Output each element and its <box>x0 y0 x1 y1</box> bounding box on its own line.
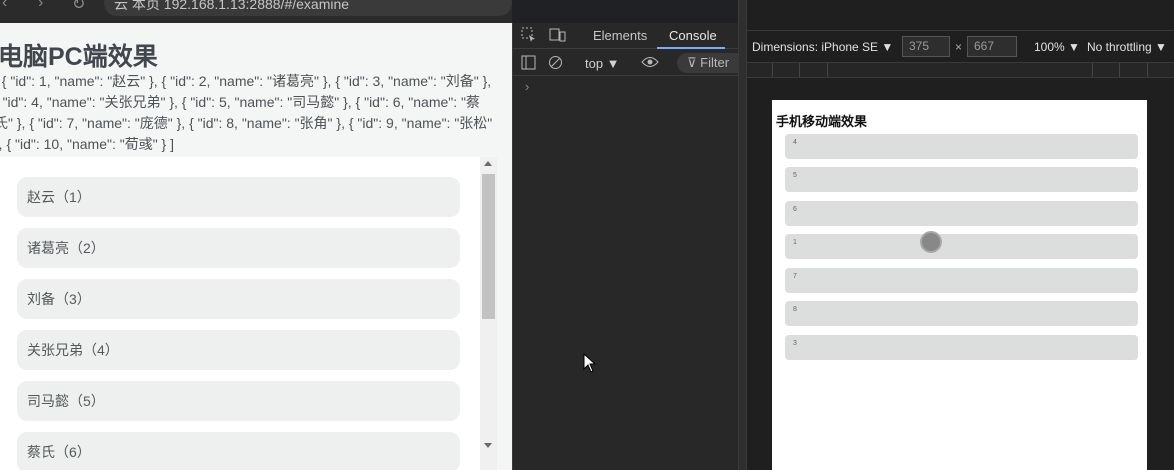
ruler-tick <box>1119 63 1120 77</box>
throttling-select[interactable]: No throttling ▼ <box>1087 40 1167 54</box>
list-item[interactable]: 蔡氏（6） <box>17 432 460 470</box>
address-bar[interactable]: 云 本页 192.168.1.13:2888/#/examine <box>104 0 512 16</box>
scroll-up-arrow-icon[interactable] <box>484 161 492 166</box>
clear-console-icon[interactable] <box>548 55 563 73</box>
dimensions-select[interactable]: Dimensions: iPhone SE ▼ <box>752 40 893 54</box>
list-item[interactable]: 赵云（1） <box>17 177 460 217</box>
list-item[interactable]: 3 <box>785 335 1138 360</box>
ruler-tick <box>1092 63 1093 77</box>
inspect-element-icon[interactable] <box>521 27 537 46</box>
scroll-down-arrow-icon[interactable] <box>484 443 492 448</box>
device-emulation-area: Dimensions: iPhone SE ▼ 375 × 667 100% ▼… <box>747 0 1174 470</box>
divider <box>747 30 1174 31</box>
list-item[interactable]: 6 <box>785 201 1138 226</box>
active-tab-indicator <box>657 47 725 49</box>
times-symbol: × <box>955 40 963 54</box>
list-item[interactable]: 5 <box>785 167 1138 192</box>
list-item[interactable]: 司马懿（5） <box>17 381 460 421</box>
height-input[interactable]: 667 <box>967 36 1017 57</box>
pc-list-panel[interactable]: 赵云（1） 诸葛亮（2） 刘备（3） 关张兄弟（4） 司马懿（5） 蔡氏（6） <box>0 157 497 470</box>
filter-placeholder: Filter <box>700 55 730 70</box>
list-item[interactable]: 7 <box>785 268 1138 293</box>
ruler-tick <box>772 63 773 77</box>
list-item[interactable]: 刘备（3） <box>17 279 460 319</box>
mobile-viewport[interactable]: 手机移动端效果 4 5 6 1 7 8 3 <box>772 100 1147 470</box>
device-toggle-icon[interactable] <box>549 27 567 46</box>
mobile-page-title: 手机移动端效果 <box>776 114 868 129</box>
devtools-tabbar: Elements Console <box>513 23 739 49</box>
page-title: 电脑PC端效果 <box>0 43 158 71</box>
device-toolbar: Dimensions: iPhone SE ▼ 375 × 667 100% ▼… <box>747 33 1174 60</box>
scrollbar-thumb[interactable] <box>482 174 495 319</box>
list-item[interactable]: 1 <box>785 234 1138 259</box>
ruler-tick <box>827 63 828 77</box>
console-prompt-icon[interactable]: › <box>525 79 529 94</box>
panel-splitter[interactable] <box>738 0 747 470</box>
list-item[interactable]: 关张兄弟（4） <box>17 330 460 370</box>
reload-icon[interactable]: ↻ <box>72 0 85 14</box>
list-item[interactable]: 4 <box>785 134 1138 159</box>
sidebar-toggle-icon[interactable] <box>521 55 536 73</box>
console-toolbar: top ▼ ⊽ Filter <box>513 50 747 76</box>
filter-input[interactable]: ⊽ Filter <box>677 53 747 73</box>
forward-icon[interactable]: › <box>38 0 43 12</box>
tab-console[interactable]: Console <box>669 28 717 43</box>
ruler-tick <box>1147 63 1148 77</box>
eye-icon[interactable] <box>641 55 659 72</box>
devtools-panel: Elements Console top ▼ ⊽ Filter › <box>512 23 747 470</box>
zoom-select[interactable]: 100% ▼ <box>1034 40 1080 54</box>
context-select[interactable]: top ▼ <box>585 56 620 71</box>
touch-emulation-cursor <box>920 231 942 253</box>
address-text: 云 本页 192.168.1.13:2888/#/examine <box>114 0 350 12</box>
json-output: [ { "id": 1, "name": "赵云" }, { "id": 2, … <box>0 73 493 152</box>
ruler-tick <box>799 63 800 77</box>
list-item[interactable]: 诸葛亮（2） <box>17 228 460 268</box>
pc-page: 电脑PC端效果 [ { "id": 1, "name": "赵云" }, { "… <box>0 23 512 470</box>
list-item[interactable]: 8 <box>785 301 1138 326</box>
tab-elements[interactable]: Elements <box>593 28 647 43</box>
back-icon[interactable]: ‹ <box>2 0 7 12</box>
filter-icon: ⊽ <box>687 55 701 70</box>
mouse-cursor-icon <box>583 352 597 378</box>
width-input[interactable]: 375 <box>902 36 950 57</box>
browser-toolbar: ‹ › ↻ 云 本页 192.168.1.13:2888/#/examine <box>0 0 512 23</box>
media-query-bar[interactable] <box>747 62 1174 78</box>
